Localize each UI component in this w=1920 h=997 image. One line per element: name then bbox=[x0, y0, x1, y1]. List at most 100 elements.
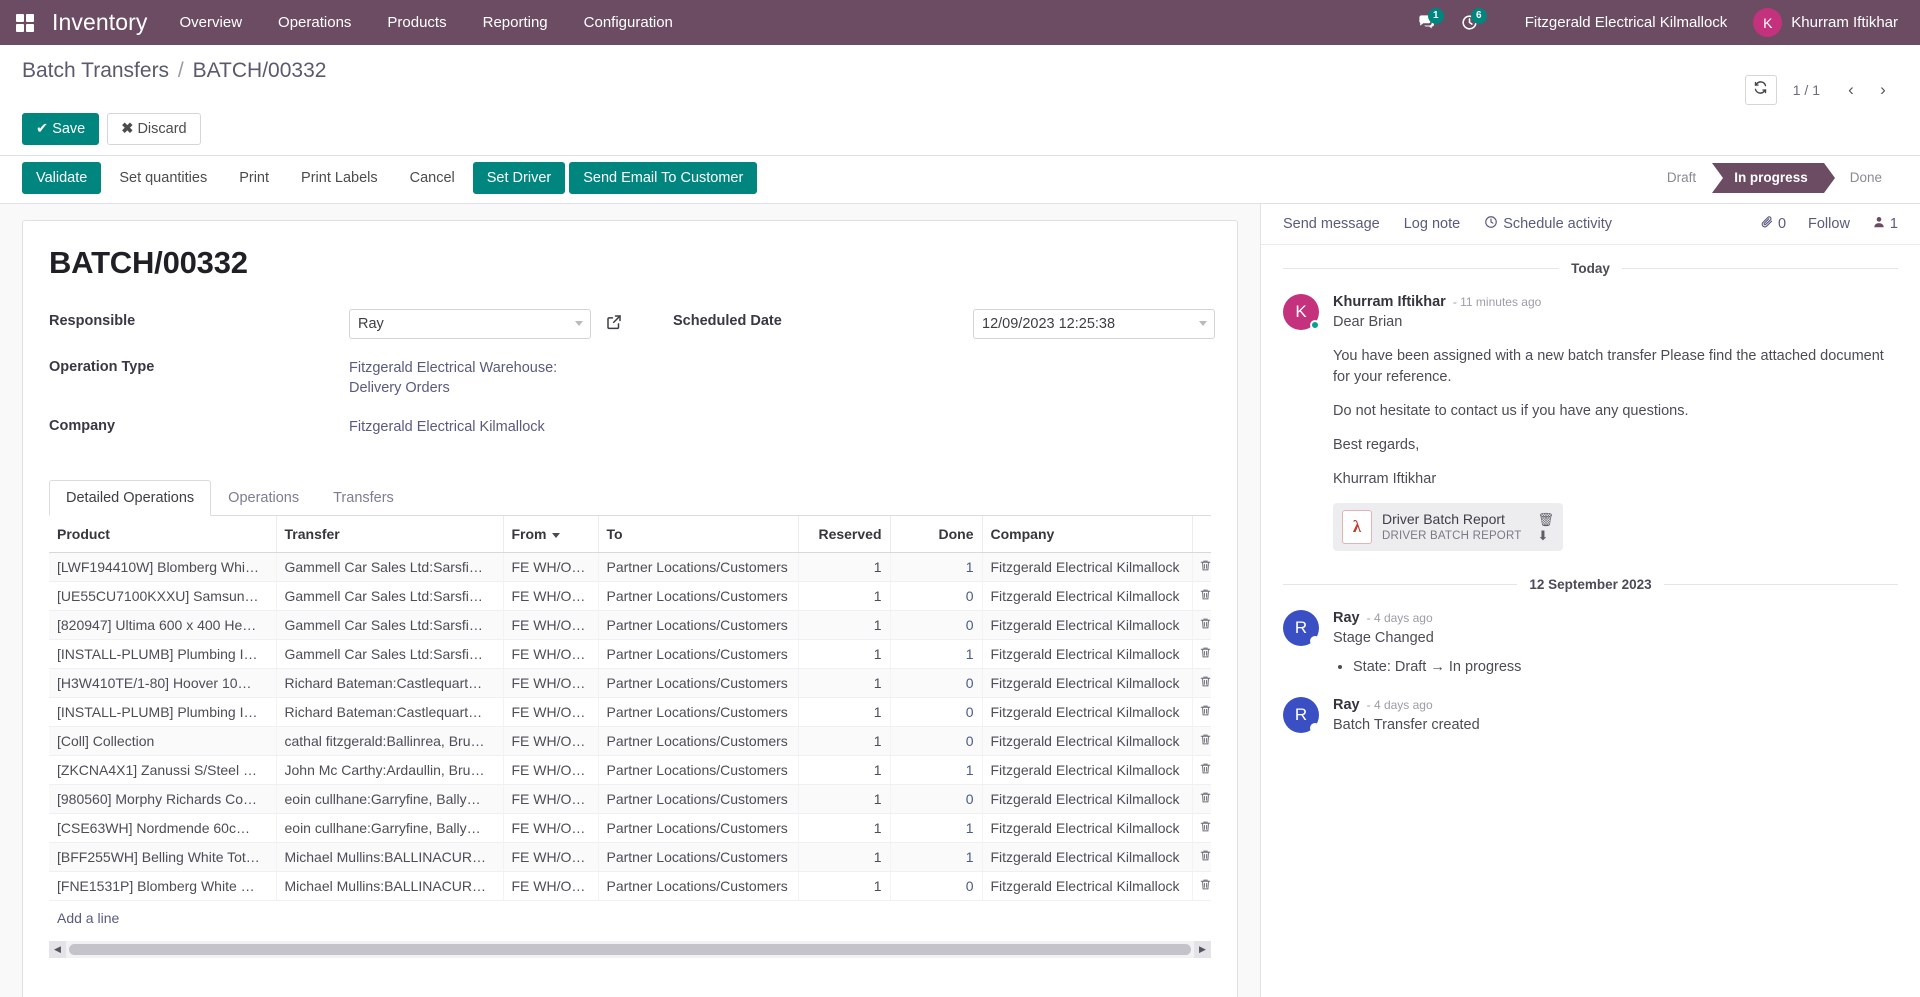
from-cell[interactable]: FE WH/Output bbox=[503, 668, 599, 699]
external-link-icon[interactable] bbox=[605, 313, 623, 336]
save-button[interactable]: ✔ Save bbox=[22, 113, 100, 146]
table-horizontal-scrollbar[interactable]: ◀ ▶ bbox=[49, 941, 1211, 959]
table-row[interactable]: [INSTALL-PLUMB] Plumbing I… Richard Batem… bbox=[49, 697, 1211, 728]
from-cell[interactable]: FE WH/Output bbox=[503, 697, 599, 728]
to-cell[interactable]: Partner Locations/Customers bbox=[598, 581, 799, 612]
transfer-cell[interactable]: Gammell Car Sales Ltd:Sarsfi… bbox=[276, 639, 504, 670]
table-row[interactable]: [FNE1531P] Blomberg White … Michael Mulli… bbox=[49, 871, 1211, 902]
followers-button[interactable]: 1 bbox=[1872, 215, 1898, 233]
company-cell[interactable]: Fitzgerald Electrical Kilmallock bbox=[982, 552, 1193, 583]
apps-menu-button[interactable] bbox=[8, 6, 42, 40]
to-cell[interactable]: Partner Locations/Customers bbox=[598, 552, 799, 583]
transfer-cell[interactable]: Michael Mullins:BALLINACUR… bbox=[276, 842, 504, 873]
table-row[interactable]: [820947] Ultima 600 x 400 He… Gammell Car… bbox=[49, 610, 1211, 641]
print-button[interactable]: Print bbox=[225, 162, 283, 194]
table-row[interactable]: [Coll] Collection cathal fitzgerald:Balli… bbox=[49, 726, 1211, 757]
cancel-button[interactable]: Cancel bbox=[396, 162, 469, 194]
company-cell[interactable]: Fitzgerald Electrical Kilmallock bbox=[982, 842, 1193, 873]
messages-button[interactable]: 1 bbox=[1405, 0, 1448, 45]
from-cell[interactable]: FE WH/Output bbox=[503, 552, 599, 583]
product-cell[interactable]: [FNE1531P] Blomberg White … bbox=[49, 871, 277, 902]
transfer-cell[interactable]: eoin cullhane:Garryfine, Bally… bbox=[276, 784, 504, 815]
from-cell[interactable]: FE WH/Output bbox=[503, 726, 599, 757]
done-cell[interactable]: 0 bbox=[890, 871, 983, 902]
table-row[interactable]: [H3W410TE/1-80] Hoover 10… Richard Batema… bbox=[49, 668, 1211, 699]
tab-transfers[interactable]: Transfers bbox=[316, 480, 411, 516]
scrollbar-thumb[interactable] bbox=[69, 944, 1191, 956]
transfer-cell[interactable]: Gammell Car Sales Ltd:Sarsfi… bbox=[276, 552, 504, 583]
transfer-cell[interactable]: Richard Bateman:Castlequart… bbox=[276, 668, 504, 699]
delete-row-button[interactable] bbox=[1192, 755, 1211, 786]
to-cell[interactable]: Partner Locations/Customers bbox=[598, 610, 799, 641]
table-row[interactable]: [CSE63WH] Nordmende 60c… eoin cullhane:Ga… bbox=[49, 813, 1211, 844]
reserved-cell[interactable]: 1 bbox=[798, 697, 891, 728]
product-cell[interactable]: [UE55CU7100KXXU] Samsun… bbox=[49, 581, 277, 612]
reserved-cell[interactable]: 1 bbox=[798, 581, 891, 612]
to-cell[interactable]: Partner Locations/Customers bbox=[598, 813, 799, 844]
set-quantities-button[interactable]: Set quantities bbox=[105, 162, 221, 194]
transfer-cell[interactable]: Gammell Car Sales Ltd:Sarsfi… bbox=[276, 610, 504, 641]
delete-row-button[interactable] bbox=[1192, 552, 1211, 583]
menu-reporting[interactable]: Reporting bbox=[465, 0, 566, 45]
menu-configuration[interactable]: Configuration bbox=[566, 0, 691, 45]
company-cell[interactable]: Fitzgerald Electrical Kilmallock bbox=[982, 668, 1193, 699]
menu-overview[interactable]: Overview bbox=[162, 0, 261, 45]
table-row[interactable]: [980560] Morphy Richards Co… eoin cullhan… bbox=[49, 784, 1211, 815]
download-icon[interactable]: ⬇ bbox=[1537, 529, 1554, 542]
reserved-cell[interactable]: 1 bbox=[798, 610, 891, 641]
from-cell[interactable]: FE WH/Output bbox=[503, 755, 599, 786]
company-cell[interactable]: Fitzgerald Electrical Kilmallock bbox=[982, 639, 1193, 670]
delete-row-button[interactable] bbox=[1192, 842, 1211, 873]
delete-row-button[interactable] bbox=[1192, 784, 1211, 815]
company-value[interactable]: Fitzgerald Electrical Kilmallock bbox=[349, 412, 545, 438]
transfer-cell[interactable]: cathal fitzgerald:Ballinrea, Bru… bbox=[276, 726, 504, 757]
responsible-input[interactable] bbox=[349, 309, 591, 340]
to-cell[interactable]: Partner Locations/Customers bbox=[598, 871, 799, 902]
product-cell[interactable]: [820947] Ultima 600 x 400 He… bbox=[49, 610, 277, 641]
company-cell[interactable]: Fitzgerald Electrical Kilmallock bbox=[982, 726, 1193, 757]
table-row[interactable]: [BFF255WH] Belling White Tot… Michael Mul… bbox=[49, 842, 1211, 873]
done-cell[interactable]: 1 bbox=[890, 552, 983, 583]
menu-operations[interactable]: Operations bbox=[260, 0, 369, 45]
send-message-button[interactable]: Send message bbox=[1283, 216, 1380, 232]
company-cell[interactable]: Fitzgerald Electrical Kilmallock bbox=[982, 871, 1193, 902]
user-menu[interactable]: K Khurram Iftikhar bbox=[1743, 8, 1902, 37]
to-cell[interactable]: Partner Locations/Customers bbox=[598, 755, 799, 786]
product-cell[interactable]: [INSTALL-PLUMB] Plumbing I… bbox=[49, 639, 277, 670]
column-header-to[interactable]: To bbox=[598, 516, 799, 554]
done-cell[interactable]: 1 bbox=[890, 813, 983, 844]
reserved-cell[interactable]: 1 bbox=[798, 552, 891, 583]
from-cell[interactable]: FE WH/Output bbox=[503, 842, 599, 873]
to-cell[interactable]: Partner Locations/Customers bbox=[598, 668, 799, 699]
table-row[interactable]: [INSTALL-PLUMB] Plumbing I… Gammell Car S… bbox=[49, 639, 1211, 670]
product-cell[interactable]: [980560] Morphy Richards Co… bbox=[49, 784, 277, 815]
done-cell[interactable]: 1 bbox=[890, 639, 983, 670]
transfer-cell[interactable]: eoin cullhane:Garryfine, Bally… bbox=[276, 813, 504, 844]
company-cell[interactable]: Fitzgerald Electrical Kilmallock bbox=[982, 784, 1193, 815]
column-header-product[interactable]: Product bbox=[49, 516, 277, 554]
attachment-card[interactable]: λ Driver Batch Report DRIVER BATCH REPORT 🗑… bbox=[1333, 503, 1563, 552]
company-cell[interactable]: Fitzgerald Electrical Kilmallock bbox=[982, 581, 1193, 612]
column-header-done[interactable]: Done bbox=[890, 516, 983, 554]
column-header-from[interactable]: From bbox=[503, 516, 599, 554]
product-cell[interactable]: [CSE63WH] Nordmende 60c… bbox=[49, 813, 277, 844]
trash-icon[interactable]: 🗑 bbox=[1537, 513, 1554, 526]
set-driver-button[interactable]: Set Driver bbox=[472, 162, 566, 195]
scroll-left-arrow-icon[interactable]: ◀ bbox=[49, 941, 66, 959]
activities-button[interactable]: 6 bbox=[1448, 0, 1491, 45]
pager-next-button[interactable]: › bbox=[1868, 75, 1898, 105]
from-cell[interactable]: FE WH/Output bbox=[503, 871, 599, 902]
table-row[interactable]: [ZKCNA4X1] Zanussi S/Steel … John Mc Cart… bbox=[49, 755, 1211, 786]
discard-button[interactable]: ✖ Discard bbox=[107, 113, 201, 146]
operation-type-value[interactable]: Fitzgerald Electrical Warehouse: Deliver… bbox=[349, 353, 557, 398]
done-cell[interactable]: 0 bbox=[890, 668, 983, 699]
follow-button[interactable]: Follow bbox=[1808, 216, 1850, 232]
to-cell[interactable]: Partner Locations/Customers bbox=[598, 697, 799, 728]
product-cell[interactable]: [BFF255WH] Belling White Tot… bbox=[49, 842, 277, 873]
transfer-cell[interactable]: Michael Mullins:BALLINACUR… bbox=[276, 871, 504, 902]
company-cell[interactable]: Fitzgerald Electrical Kilmallock bbox=[982, 610, 1193, 641]
status-draft[interactable]: Draft bbox=[1652, 163, 1713, 193]
transfer-cell[interactable]: Gammell Car Sales Ltd:Sarsfi… bbox=[276, 581, 504, 612]
reserved-cell[interactable]: 1 bbox=[798, 842, 891, 873]
breadcrumb-batch-transfers[interactable]: Batch Transfers bbox=[22, 59, 169, 82]
